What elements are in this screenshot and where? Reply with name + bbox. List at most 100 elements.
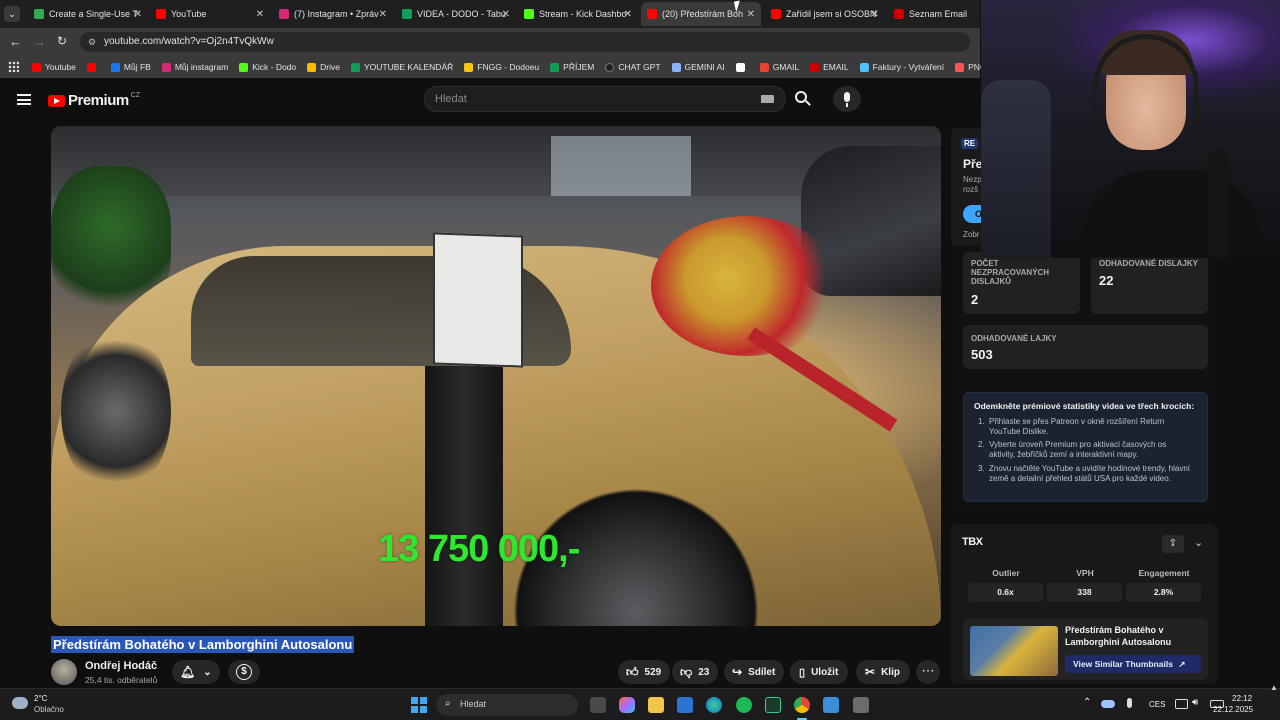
chrome-icon[interactable] xyxy=(794,697,810,713)
terminal-icon[interactable] xyxy=(765,697,781,713)
stat-unprocessed-dislikes: POČET NEZPRACOVANÝCH DISLAJKŮ 2 xyxy=(963,252,1080,314)
copilot-icon[interactable] xyxy=(619,697,635,713)
browser-tab[interactable]: Zařídil jsem si OSOBN ✕ xyxy=(765,2,885,26)
stat-label: POČET NEZPRACOVANÝCH DISLAJKŮ xyxy=(971,259,1050,286)
url-bar[interactable]: ⚙ youtube.com/watch?v=Oj2n4TvQkWw xyxy=(80,32,970,52)
promo-desc-1: Nezp xyxy=(963,175,982,184)
browser-tab[interactable]: (20) Předstírám Boh ✕ xyxy=(641,2,761,26)
bookmark-item[interactable]: Můj FB xyxy=(110,62,151,72)
microphone xyxy=(1207,150,1229,258)
bookmark-favicon-icon xyxy=(86,62,96,72)
bookmark-item[interactable]: Faktury - Vytváření xyxy=(859,62,944,72)
promo-title: Pře xyxy=(963,157,983,171)
save-button[interactable]: ▯ Uložit xyxy=(790,660,848,684)
logo-text: Premium xyxy=(68,92,129,109)
bookmark-item[interactable]: PŘÍJEM xyxy=(550,62,594,72)
close-tab-icon[interactable]: ✕ xyxy=(379,9,387,20)
promo-footer[interactable]: Zobr xyxy=(963,230,979,239)
back-icon[interactable]: ← xyxy=(9,34,22,49)
browser-tab[interactable]: VIDEA - DODO - Tabu ✕ xyxy=(396,2,516,26)
bookmark-item[interactable]: GEMINI AI xyxy=(671,62,725,72)
bookmark-favicon-icon xyxy=(550,62,560,72)
like-button[interactable]: 👍︎ 529 xyxy=(618,660,670,684)
tab-label: (20) Předstírám Boh xyxy=(662,9,744,19)
channel-name[interactable]: Ondřej Hodáč xyxy=(85,660,157,672)
bookmark-item[interactable]: YOUTUBE KALENDÁŘ xyxy=(350,62,453,72)
tab-label: (7) Instagram • Zpráv xyxy=(294,9,379,19)
weather-icon[interactable] xyxy=(12,697,28,709)
outlook-icon[interactable] xyxy=(677,697,693,713)
weather-temp[interactable]: 2°C xyxy=(34,694,47,703)
bookmark-item[interactable]: GMAIL xyxy=(759,62,799,72)
close-tab-icon[interactable]: ✕ xyxy=(134,9,142,20)
onedrive-icon[interactable] xyxy=(1101,700,1115,708)
paint-icon[interactable] xyxy=(823,697,839,713)
tab-label: YouTube xyxy=(171,9,207,19)
bookmark-item[interactable]: Drive xyxy=(307,62,340,72)
share-button[interactable]: ↪ Sdílet xyxy=(724,660,784,684)
view-similar-button[interactable]: View Similar Thumbnails ↗ xyxy=(1065,655,1201,673)
close-tab-icon[interactable]: ✕ xyxy=(624,9,632,20)
close-tab-icon[interactable]: ✕ xyxy=(502,9,510,20)
upload-icon-button[interactable]: ⇪ xyxy=(1162,535,1184,553)
bookmark-favicon-icon xyxy=(810,62,820,72)
file-explorer-icon[interactable] xyxy=(648,697,664,713)
network-icon[interactable] xyxy=(1175,699,1188,709)
close-tab-icon[interactable]: ✕ xyxy=(871,9,879,20)
spotify-icon[interactable] xyxy=(736,697,752,713)
edge-icon[interactable] xyxy=(706,697,722,713)
bookmark-label: Drive xyxy=(320,62,340,72)
bookmark-label: FNGG - Dodoeu xyxy=(477,62,540,72)
volume-icon[interactable]: 🔊︎ xyxy=(1192,697,1198,708)
browser-tab[interactable]: YouTube ✕ xyxy=(150,2,270,26)
keyboard-icon[interactable] xyxy=(761,95,774,103)
tab-list-chevron-icon[interactable]: ⌄ xyxy=(4,6,20,22)
apps-grid-icon[interactable] xyxy=(8,61,19,72)
browser-tab[interactable]: (7) Instagram • Zpráv ✕ xyxy=(273,2,393,26)
search-icon: ⌕ xyxy=(445,698,451,709)
language-indicator[interactable]: CES xyxy=(1149,700,1165,709)
browser-tab[interactable]: Create a Single-Use T ✕ xyxy=(28,2,148,26)
browser-tab[interactable]: Stream - Kick Dashbo ✕ xyxy=(518,2,638,26)
taskbar-search[interactable]: ⌕ Hledat xyxy=(436,694,578,716)
start-button[interactable] xyxy=(411,697,427,713)
calculator-icon[interactable] xyxy=(853,697,869,713)
more-actions-button[interactable]: ⋯ xyxy=(916,660,940,684)
bookmark-item[interactable]: FNGG - Dodoeu xyxy=(464,62,539,72)
bookmark-item[interactable]: Můj instagram xyxy=(161,62,228,72)
search-input[interactable]: Hledat xyxy=(424,86,786,112)
subscriber-count: 25,4 tis. odběratelů xyxy=(85,675,158,685)
collapse-chevron-icon[interactable]: ⌄ xyxy=(1194,536,1203,549)
close-tab-icon[interactable]: ✕ xyxy=(256,9,264,20)
channel-avatar[interactable] xyxy=(51,659,77,685)
bookmark-item[interactable]: Youtube xyxy=(32,62,76,72)
bookmark-item[interactable]: Kick - Dodo xyxy=(239,62,296,72)
notification-button[interactable]: 🔔︎ ⌄ xyxy=(172,660,220,684)
menu-icon[interactable] xyxy=(17,94,31,105)
clip-button[interactable]: ✂ Klip xyxy=(856,660,910,684)
reload-icon[interactable]: ↻ xyxy=(57,34,67,48)
notification-scroll-icon[interactable]: ▲ xyxy=(1270,683,1278,692)
clock-date[interactable]: 22.12.2025 xyxy=(1213,705,1253,714)
forward-icon[interactable]: → xyxy=(33,34,46,49)
close-tab-icon[interactable]: ✕ xyxy=(747,9,755,20)
search-button[interactable] xyxy=(788,86,816,112)
bookmark-item[interactable] xyxy=(86,62,100,72)
task-view-icon[interactable] xyxy=(590,697,606,713)
youtube-logo[interactable]: Premium CZ xyxy=(48,92,140,109)
bookmark-item[interactable] xyxy=(735,62,749,72)
voice-search-button[interactable] xyxy=(833,86,861,112)
tray-overflow-icon[interactable]: ⌃ xyxy=(1083,697,1091,708)
mic-tray-icon[interactable] xyxy=(1127,698,1132,708)
bookmark-item[interactable]: CHAT GPT xyxy=(605,62,661,72)
site-info-icon[interactable]: ⚙ xyxy=(88,32,96,52)
bookmark-item[interactable]: EMAIL xyxy=(810,62,849,72)
premium-step-number: 1. xyxy=(978,417,985,426)
thumbnail-image[interactable] xyxy=(970,626,1058,676)
thanks-button[interactable]: $ xyxy=(228,660,260,684)
clock-time[interactable]: 22:12 xyxy=(1232,694,1252,703)
weather-desc[interactable]: Oblačno xyxy=(34,705,64,714)
dislike-button[interactable]: 👎︎ 23 xyxy=(672,660,718,684)
browser-tab[interactable]: Seznam Email xyxy=(888,2,978,26)
metric-vph-label: VPH xyxy=(1076,568,1094,578)
